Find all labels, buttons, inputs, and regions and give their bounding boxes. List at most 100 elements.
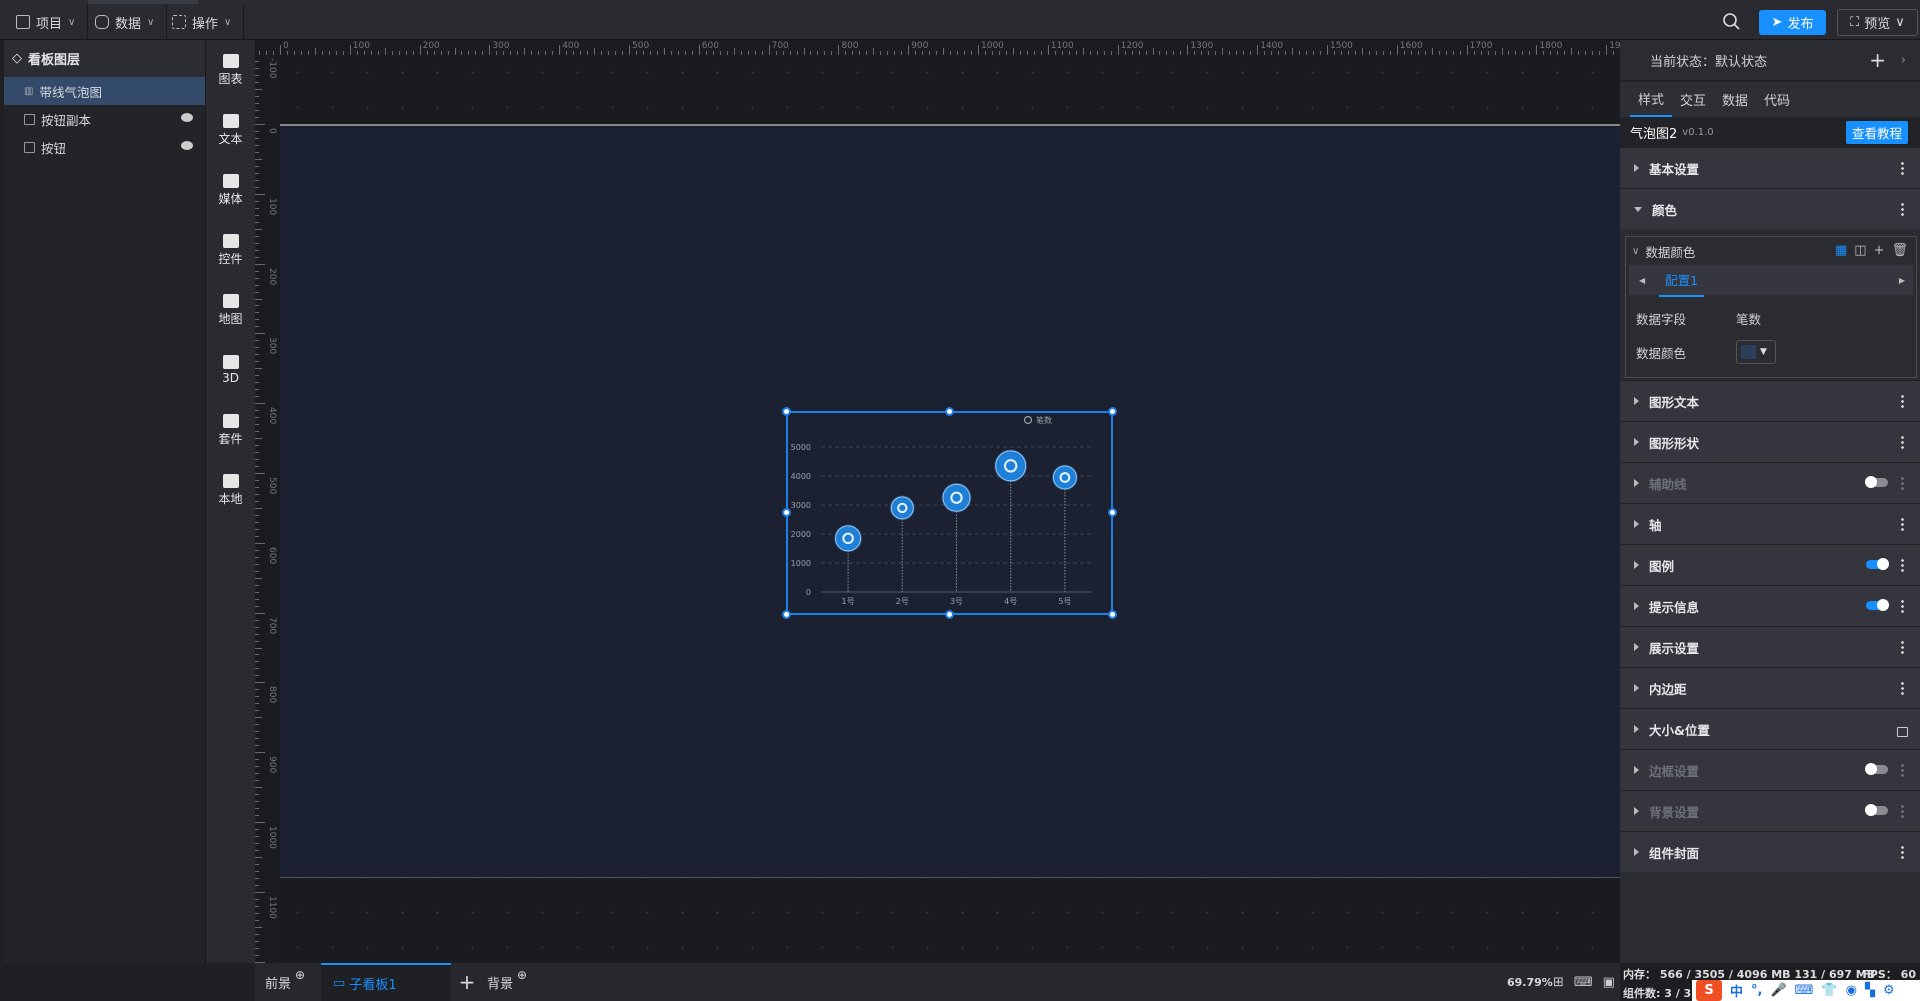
tool-puzzle[interactable]: 本地: [206, 460, 255, 520]
tab-foreground[interactable]: 前景 ⊕: [265, 963, 305, 1001]
apps-icon[interactable]: ▚: [1865, 983, 1875, 998]
more-icon[interactable]: [1901, 435, 1904, 450]
section-item[interactable]: 图形文本: [1620, 380, 1920, 421]
add-circle-icon[interactable]: ⊕: [517, 968, 527, 982]
menu-data[interactable]: 数据 ∨: [83, 4, 168, 40]
chevron-right-icon[interactable]: ›: [1901, 53, 1906, 68]
skin-icon[interactable]: 👕: [1821, 983, 1837, 998]
ruler-tick: [255, 75, 259, 77]
tab-sub-board[interactable]: ▭ 子看板1: [321, 963, 451, 1001]
more-icon[interactable]: [1901, 161, 1904, 176]
data-color-header[interactable]: ∨ 数据颜色 ▦ ◫ + 🗑: [1626, 237, 1916, 265]
mic-icon[interactable]: 🎤: [1770, 983, 1786, 998]
more-icon[interactable]: [1901, 804, 1904, 819]
tool-bar-chart[interactable]: 图表: [206, 40, 255, 100]
tool-shirt[interactable]: 套件: [206, 400, 255, 460]
layout-grid-icon[interactable]: ▦: [1835, 243, 1847, 258]
section-item[interactable]: 提示信息: [1620, 585, 1920, 626]
tool-crown-text[interactable]: 文本: [206, 100, 255, 160]
tab-style[interactable]: 样式: [1630, 82, 1673, 117]
layer-item-button-copy[interactable]: 按钮副本: [4, 105, 205, 133]
more-icon[interactable]: [1901, 558, 1904, 573]
section-toggle[interactable]: [1866, 599, 1889, 611]
section-item[interactable]: 组件封面: [1620, 831, 1920, 872]
lock-icon[interactable]: [1897, 727, 1908, 737]
resize-handle[interactable]: [782, 508, 791, 517]
tool-cube[interactable]: 3D: [206, 340, 255, 400]
more-icon[interactable]: [1901, 763, 1904, 778]
resize-handle[interactable]: [945, 610, 954, 619]
resize-handle[interactable]: [1108, 610, 1117, 619]
tool-label: 套件: [218, 431, 243, 446]
bubble-chart-widget[interactable]: 0 1000 2000 3000 4000 5000 1号 2号 3号 4号 5号 笔数: [782, 407, 1117, 619]
menu-operation[interactable]: 操作 ∨: [160, 4, 245, 40]
section-item[interactable]: 辅助线: [1620, 462, 1920, 503]
ruler-tick: [852, 51, 854, 55]
tool-list[interactable]: 控件: [206, 220, 255, 280]
section-toggle[interactable]: [1865, 804, 1888, 816]
current-state[interactable]: 当前状态：默认状态: [1650, 51, 1767, 70]
robot-icon[interactable]: ◉: [1846, 983, 1857, 998]
resize-handle[interactable]: [945, 407, 954, 416]
section-toggle[interactable]: [1865, 763, 1888, 775]
resize-handle[interactable]: [782, 610, 791, 619]
tab-data[interactable]: 数据: [1714, 82, 1756, 117]
layout-columns-icon[interactable]: ◫: [1854, 243, 1866, 258]
keyboard-icon[interactable]: ⌨: [1574, 975, 1593, 990]
resize-handle[interactable]: [782, 407, 791, 416]
section-item[interactable]: 展示设置: [1620, 626, 1920, 667]
section-color[interactable]: 颜色: [1620, 188, 1920, 229]
search-icon[interactable]: [1722, 12, 1740, 30]
tab-background[interactable]: 背景 ⊕: [487, 963, 527, 1001]
layer-item-button[interactable]: 按钮: [4, 133, 205, 161]
tab-interaction[interactable]: 交互: [1672, 82, 1714, 117]
more-icon[interactable]: [1901, 476, 1904, 491]
more-icon[interactable]: [1901, 640, 1904, 655]
ime-punct[interactable]: °,: [1751, 983, 1762, 998]
section-item[interactable]: 边框设置: [1620, 749, 1920, 790]
layer-item-bubble-chart[interactable]: ▥ 带线气泡图: [4, 77, 205, 105]
eye-hidden-icon[interactable]: [181, 141, 193, 150]
section-item[interactable]: 轴: [1620, 503, 1920, 544]
more-icon[interactable]: [1901, 394, 1904, 409]
terminal-icon[interactable]: ▣: [1603, 975, 1615, 990]
more-icon[interactable]: [1901, 517, 1904, 532]
section-item[interactable]: 内边距: [1620, 667, 1920, 708]
section-item[interactable]: 背景设置: [1620, 790, 1920, 831]
fit-screen-icon[interactable]: ⊞: [1553, 975, 1564, 990]
y-tick-label: 4000: [791, 472, 811, 481]
more-icon[interactable]: [1901, 599, 1904, 614]
preview-button[interactable]: ⛶ 预览 ∨: [1837, 9, 1918, 36]
menu-project[interactable]: 项目 ∨: [4, 4, 89, 40]
eye-hidden-icon[interactable]: [181, 113, 193, 122]
section-basic[interactable]: 基本设置: [1620, 147, 1920, 188]
add-board-button[interactable]: +: [451, 963, 483, 1001]
tab-code[interactable]: 代码: [1756, 82, 1798, 117]
section-item[interactable]: 大小&位置: [1620, 708, 1920, 749]
ime-mode[interactable]: 中: [1730, 981, 1743, 1000]
publish-button[interactable]: ➤ 发布: [1759, 10, 1826, 35]
add-icon[interactable]: +: [1874, 243, 1885, 258]
resize-handle[interactable]: [1108, 407, 1117, 416]
more-icon[interactable]: [1901, 681, 1904, 696]
color-picker[interactable]: ▼: [1736, 340, 1776, 364]
resize-handle[interactable]: [1108, 508, 1117, 517]
caret-right-icon[interactable]: ▶: [1899, 276, 1905, 285]
zoom-level[interactable]: 69.79%: [1507, 963, 1553, 1001]
more-icon[interactable]: [1901, 202, 1904, 217]
tool-camera[interactable]: 媒体: [206, 160, 255, 220]
config-tab[interactable]: 配置1: [1659, 264, 1705, 297]
section-item[interactable]: 图例: [1620, 544, 1920, 585]
settings-icon[interactable]: ⚙: [1883, 983, 1895, 998]
tool-map[interactable]: 地图: [206, 280, 255, 340]
trash-icon[interactable]: 🗑: [1891, 243, 1908, 258]
keyboard-icon[interactable]: ⌨: [1795, 983, 1814, 998]
section-toggle[interactable]: [1865, 476, 1888, 488]
add-state-icon[interactable]: +: [1869, 48, 1886, 72]
section-item[interactable]: 图形形状: [1620, 421, 1920, 462]
more-icon[interactable]: [1901, 845, 1904, 860]
tutorial-button[interactable]: 查看教程: [1845, 121, 1908, 144]
caret-left-icon[interactable]: ◀: [1639, 276, 1645, 285]
add-circle-icon[interactable]: ⊕: [295, 968, 305, 982]
section-toggle[interactable]: [1866, 558, 1889, 570]
